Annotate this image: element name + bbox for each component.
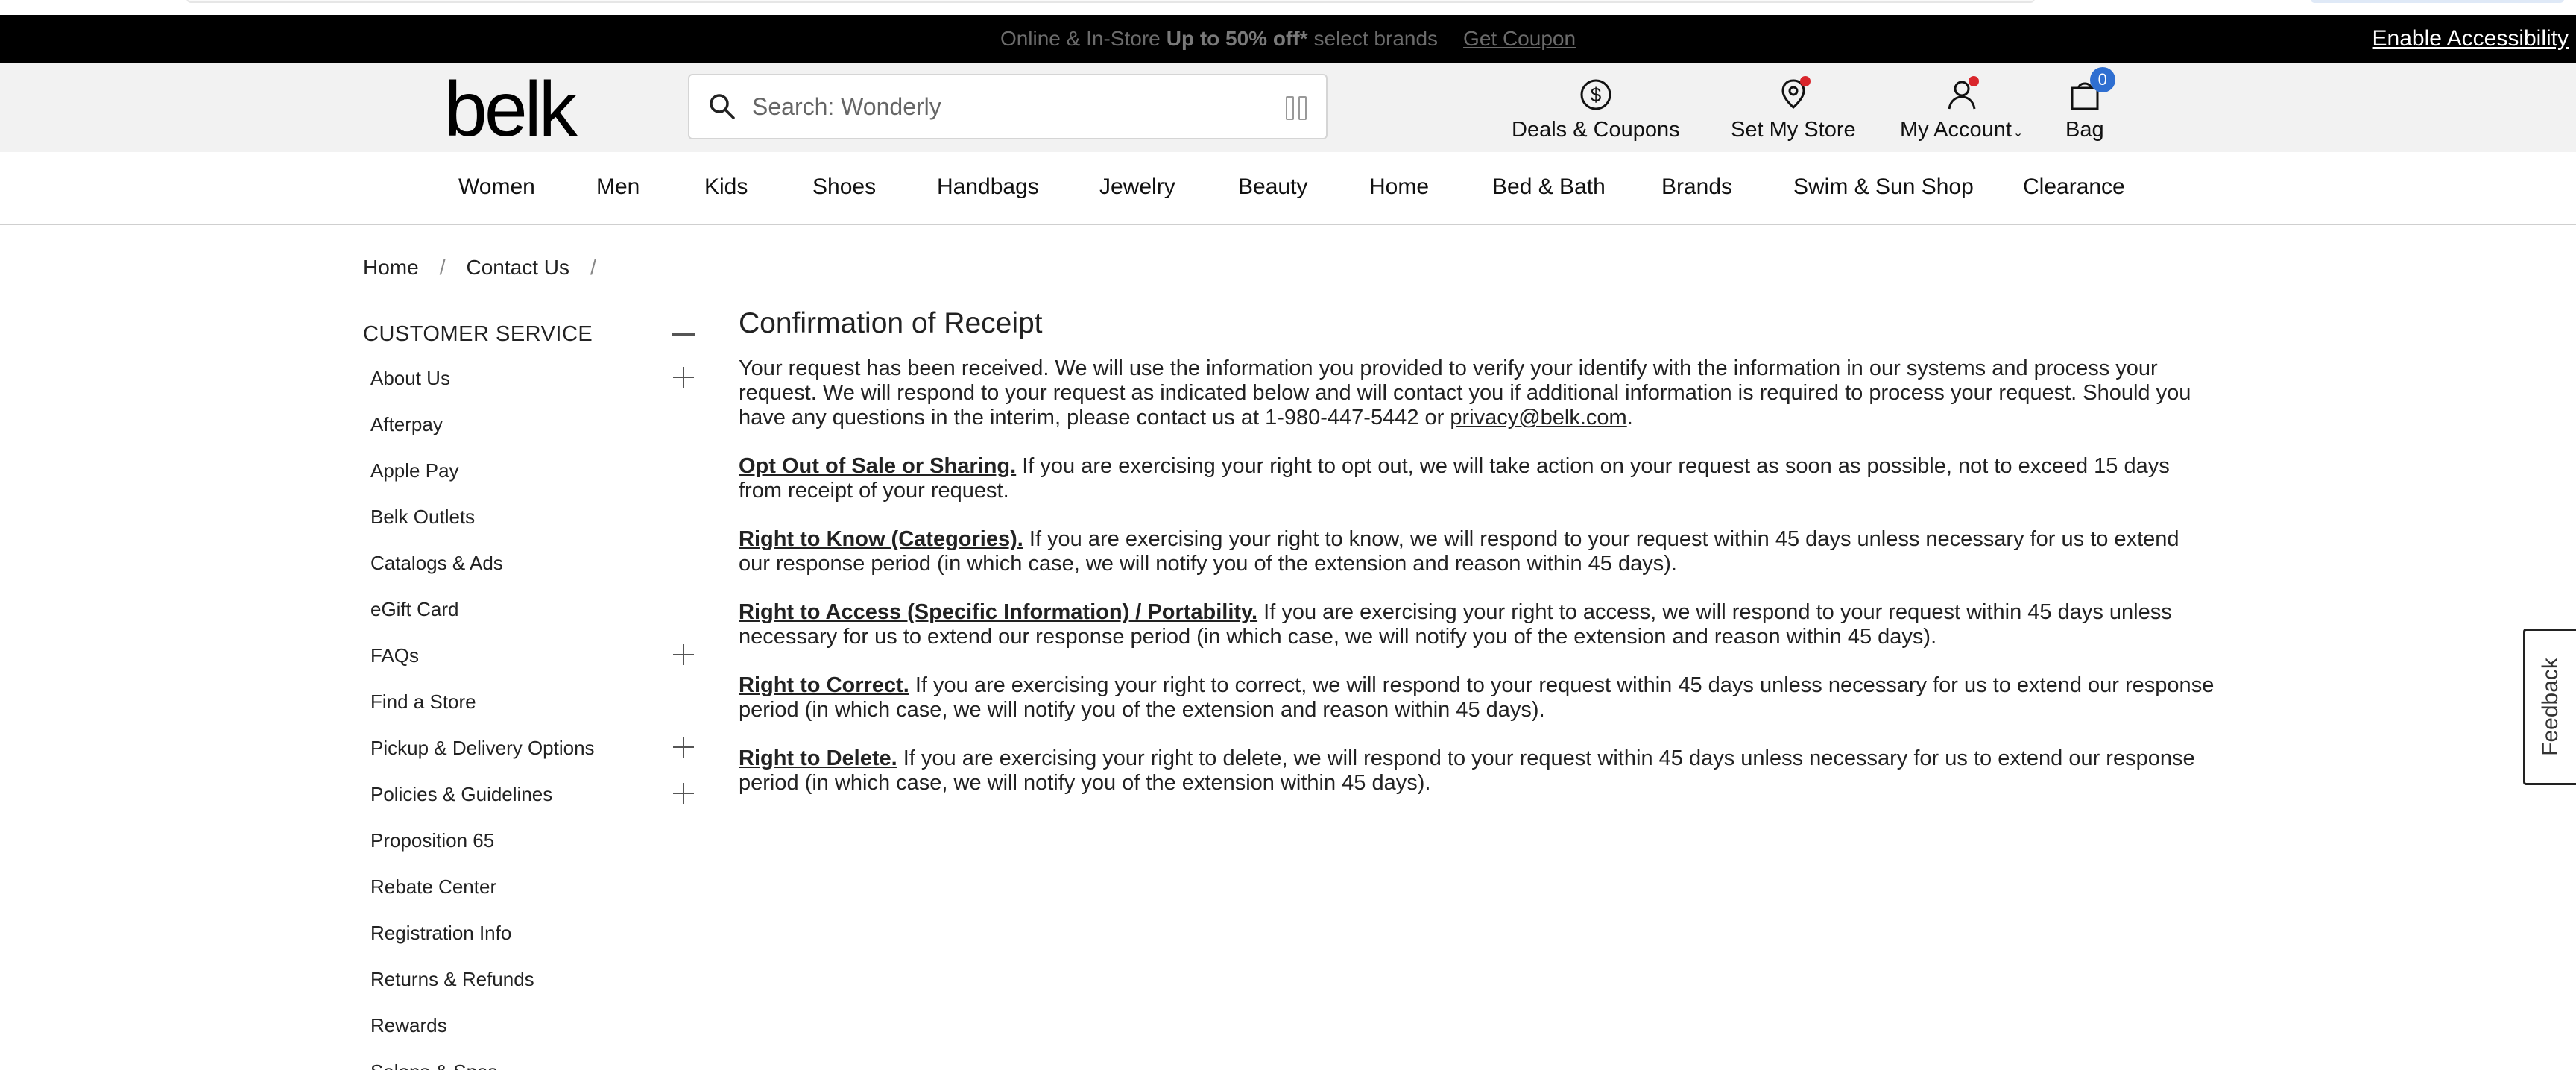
main-nav: Women Men Kids Shoes Handbags Jewelry Be… [0, 152, 2576, 225]
sidebar-item-belk-outlets[interactable]: Belk Outlets [370, 506, 475, 529]
main-content: Confirmation of Receipt Your request has… [739, 307, 2214, 819]
sidebar-item-proposition-65[interactable]: Proposition 65 [370, 829, 494, 852]
dollar-icon: $ [1580, 79, 1611, 110]
page-title: Confirmation of Receipt [739, 307, 1043, 339]
voice-search-icon[interactable] [1286, 96, 1308, 122]
right-to-access-paragraph: Right to Access (Specific Information) /… [739, 600, 2172, 649]
nav-item-shoes[interactable]: Shoes [812, 174, 876, 200]
nav-item-bed-bath[interactable]: Bed & Bath [1492, 174, 1606, 200]
privacy-email-link[interactable]: privacy@belk.com [1450, 406, 1626, 429]
sidebar-item-registration-info[interactable]: Registration Info [370, 922, 511, 945]
bag-icon: 0 [2068, 67, 2115, 112]
intro-paragraph: Your request has been received. We will … [739, 356, 2191, 429]
sidebar-item-rewards[interactable]: Rewards [370, 1014, 447, 1037]
search-input[interactable] [752, 92, 1244, 121]
browser-button [2311, 0, 2564, 3]
expand-icon[interactable] [673, 783, 694, 804]
site-header: belk $ Deals & Coupons Set My Store [0, 63, 2576, 152]
nav-item-home[interactable]: Home [1369, 174, 1429, 200]
right-to-correct-paragraph: Right to Correct. If you are exercising … [739, 673, 2214, 722]
promo-highlight: Up to 50% off* [1166, 27, 1308, 50]
expand-icon[interactable] [673, 737, 694, 758]
feedback-label: Feedback [2538, 658, 2563, 756]
set-my-store-link[interactable]: Set My Store [1731, 76, 1856, 142]
sidebar-item-find-a-store[interactable]: Find a Store [370, 690, 476, 714]
opt-out-paragraph: Opt Out of Sale or Sharing. If you are e… [739, 454, 2170, 503]
breadcrumb-separator: / [439, 256, 446, 279]
set-my-store-label: Set My Store [1731, 118, 1856, 142]
svg-text:$: $ [1591, 84, 1602, 106]
breadcrumb-home[interactable]: Home [363, 256, 419, 280]
bag-label: Bag [2065, 118, 2104, 142]
promo-prefix: Online & In-Store [1000, 27, 1161, 50]
account-icon [1945, 76, 1979, 112]
feedback-tab[interactable]: Feedback [2523, 629, 2576, 785]
search-icon[interactable] [707, 92, 737, 122]
my-account-label: My Account ⌄ [1900, 118, 2024, 142]
get-coupon-link[interactable]: Get Coupon [1463, 27, 1576, 51]
nav-item-swim-sun-shop[interactable]: Swim & Sun Shop [1793, 174, 1974, 200]
section-heading: Right to Delete. [739, 746, 897, 770]
store-pin-icon [1776, 76, 1811, 112]
section-heading: Opt Out of Sale or Sharing. [739, 454, 1017, 478]
sidebar-title[interactable]: CUSTOMER SERVICE [363, 322, 593, 347]
promo-message: Online & In-Store Up to 50% off* select … [1000, 27, 1576, 51]
sidebar-item-salons-spas[interactable]: Salons & Spas [370, 1060, 498, 1070]
expand-icon[interactable] [673, 367, 694, 388]
collapse-icon[interactable] [672, 333, 695, 336]
sidebar-item-catalogs-ads[interactable]: Catalogs & Ads [370, 552, 503, 575]
nav-item-beauty[interactable]: Beauty [1238, 174, 1307, 200]
nav-item-clearance[interactable]: Clearance [2023, 174, 2125, 200]
promo-suffix: select brands [1313, 27, 1439, 50]
belk-logo[interactable]: belk [444, 76, 593, 143]
browser-address-bar [186, 0, 2035, 3]
sidebar-item-egift-card[interactable]: eGift Card [370, 598, 459, 621]
section-heading: Right to Correct. [739, 673, 909, 697]
right-to-know-paragraph: Right to Know (Categories). If you are e… [739, 527, 2179, 576]
sidebar-item-apple-pay[interactable]: Apple Pay [370, 459, 459, 482]
my-account-link[interactable]: My Account ⌄ [1900, 76, 2024, 142]
sidebar-item-returns-refunds[interactable]: Returns & Refunds [370, 968, 534, 991]
bag-count-badge: 0 [2089, 67, 2115, 92]
breadcrumb: Home / Contact Us / [363, 256, 617, 280]
store-notification-dot [1799, 76, 1811, 86]
nav-item-women[interactable]: Women [458, 174, 535, 200]
sidebar-item-rebate-center[interactable]: Rebate Center [370, 875, 496, 899]
right-to-delete-paragraph: Right to Delete. If you are exercising y… [739, 746, 2195, 795]
breadcrumb-separator: / [590, 256, 596, 279]
search-box[interactable] [688, 74, 1328, 139]
enable-accessibility-link[interactable]: Enable Accessibility [2373, 26, 2569, 51]
section-heading: Right to Access (Specific Information) /… [739, 600, 1258, 624]
nav-item-jewelry[interactable]: Jewelry [1099, 174, 1175, 200]
sidebar-item-afterpay[interactable]: Afterpay [370, 413, 443, 436]
breadcrumb-contact-us[interactable]: Contact Us [466, 256, 569, 280]
sidebar-item-about-us[interactable]: About Us [370, 367, 450, 390]
sidebar-item-policies-guidelines[interactable]: Policies & Guidelines [370, 783, 552, 806]
sidebar-item-faqs[interactable]: FAQs [370, 644, 419, 667]
deals-coupons-link[interactable]: $ Deals & Coupons [1512, 78, 1680, 142]
account-notification-dot [1968, 76, 1979, 86]
bag-link[interactable]: 0 Bag [2065, 67, 2115, 142]
promo-bar: Online & In-Store Up to 50% off* select … [0, 15, 2576, 63]
expand-icon[interactable] [673, 644, 694, 665]
chevron-down-icon: ⌄ [2012, 127, 2024, 139]
deals-coupons-label: Deals & Coupons [1512, 118, 1680, 142]
nav-item-handbags[interactable]: Handbags [937, 174, 1039, 200]
svg-text:belk: belk [444, 76, 578, 143]
sidebar-item-pickup-delivery[interactable]: Pickup & Delivery Options [370, 737, 595, 760]
section-heading: Right to Know (Categories). [739, 527, 1023, 551]
nav-item-men[interactable]: Men [596, 174, 640, 200]
nav-item-kids[interactable]: Kids [704, 174, 748, 200]
nav-item-brands[interactable]: Brands [1661, 174, 1732, 200]
browser-top-strip [0, 0, 2576, 15]
